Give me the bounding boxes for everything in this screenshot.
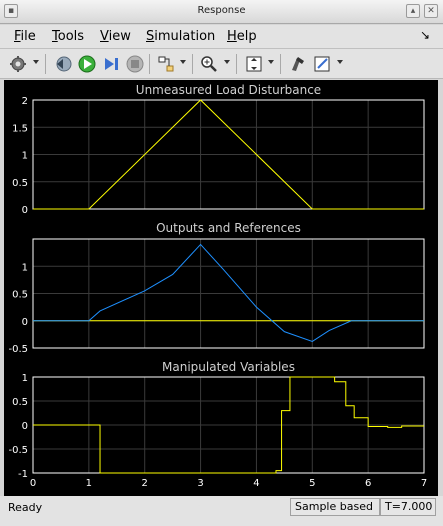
separator	[45, 54, 46, 74]
plot-title: Unmeasured Load Disturbance	[136, 83, 321, 97]
menu-file[interactable]: File	[14, 29, 36, 44]
stop-icon[interactable]	[125, 54, 145, 74]
highlight-icon[interactable]	[288, 54, 308, 74]
y-tick-label: -0.5	[8, 445, 28, 456]
sample-mode: Sample based	[290, 498, 380, 516]
chevron-down-icon[interactable]	[268, 60, 274, 64]
y-tick-label: 2	[22, 96, 28, 107]
separator	[280, 54, 281, 74]
status-ready: Ready	[8, 501, 43, 514]
y-tick-label: 0	[22, 317, 28, 328]
close-icon[interactable]: ✕	[424, 4, 438, 18]
dock-arrow-icon[interactable]: ↘	[420, 28, 430, 42]
series-line-1	[33, 243, 424, 343]
menu-view[interactable]: View	[100, 29, 131, 44]
chevron-down-icon[interactable]	[337, 60, 343, 64]
scope-plot-area[interactable]: Unmeasured Load Disturbance 0 0.5 1 1.5 2 Outp…	[4, 80, 438, 496]
y-tick-label: -0.5	[8, 344, 28, 355]
chevron-down-icon[interactable]	[33, 60, 39, 64]
y-tick-label: -1	[18, 469, 28, 480]
fit-to-view-icon[interactable]	[244, 54, 264, 74]
separator	[149, 54, 150, 74]
x-tick-label: 4	[253, 478, 259, 489]
y-tick-label: 0.5	[12, 178, 28, 189]
separator	[192, 54, 193, 74]
menu-bar: File Tools View Simulation Help ↘	[0, 25, 443, 49]
x-tick-label: 6	[365, 478, 371, 489]
separator	[236, 54, 237, 74]
plot-title: Manipulated Variables	[162, 360, 295, 374]
y-tick-label: 1	[22, 151, 28, 162]
x-tick-label: 5	[309, 478, 315, 489]
title-bar: ▪ Response ▴ ✕	[0, 0, 443, 24]
menu-simulation[interactable]: Simulation	[146, 29, 215, 44]
run-icon[interactable]	[77, 54, 97, 74]
y-tick-label: 0.5	[12, 290, 28, 301]
x-tick-label: 1	[86, 478, 92, 489]
chevron-down-icon[interactable]	[224, 60, 230, 64]
signal-select-icon[interactable]	[156, 54, 176, 74]
y-tick-label: 1	[22, 262, 28, 273]
window-title: Response	[197, 5, 246, 16]
menu-tools[interactable]: Tools	[52, 29, 84, 44]
menu-help[interactable]: Help	[227, 29, 257, 44]
maximize-icon[interactable]: ▴	[406, 4, 420, 18]
x-tick-label: 7	[421, 478, 427, 489]
plot-title: Outputs and References	[156, 221, 301, 235]
y-tick-label: 0	[22, 205, 28, 216]
y-tick-label: 1.5	[12, 123, 28, 134]
x-tick-label: 3	[197, 478, 203, 489]
sim-time: T=7.000	[380, 498, 436, 516]
chevron-down-icon[interactable]	[180, 60, 186, 64]
edit-icon[interactable]	[312, 54, 332, 74]
y-tick-label: 0.5	[12, 397, 28, 408]
gear-icon[interactable]	[8, 54, 28, 74]
step-forward-icon[interactable]	[101, 54, 121, 74]
y-tick-label: 0	[22, 421, 28, 432]
x-tick-label: 2	[142, 478, 148, 489]
y-tick-label: 1	[22, 373, 28, 384]
plots-svg: Unmeasured Load Disturbance 0 0.5 1 1.5 2 Outp…	[8, 83, 427, 489]
status-bar: Ready Sample based T=7.000	[0, 496, 443, 526]
x-tick-label: 0	[30, 478, 36, 489]
step-back-icon[interactable]	[53, 54, 73, 74]
zoom-icon[interactable]	[199, 54, 219, 74]
toolbar	[0, 49, 443, 79]
